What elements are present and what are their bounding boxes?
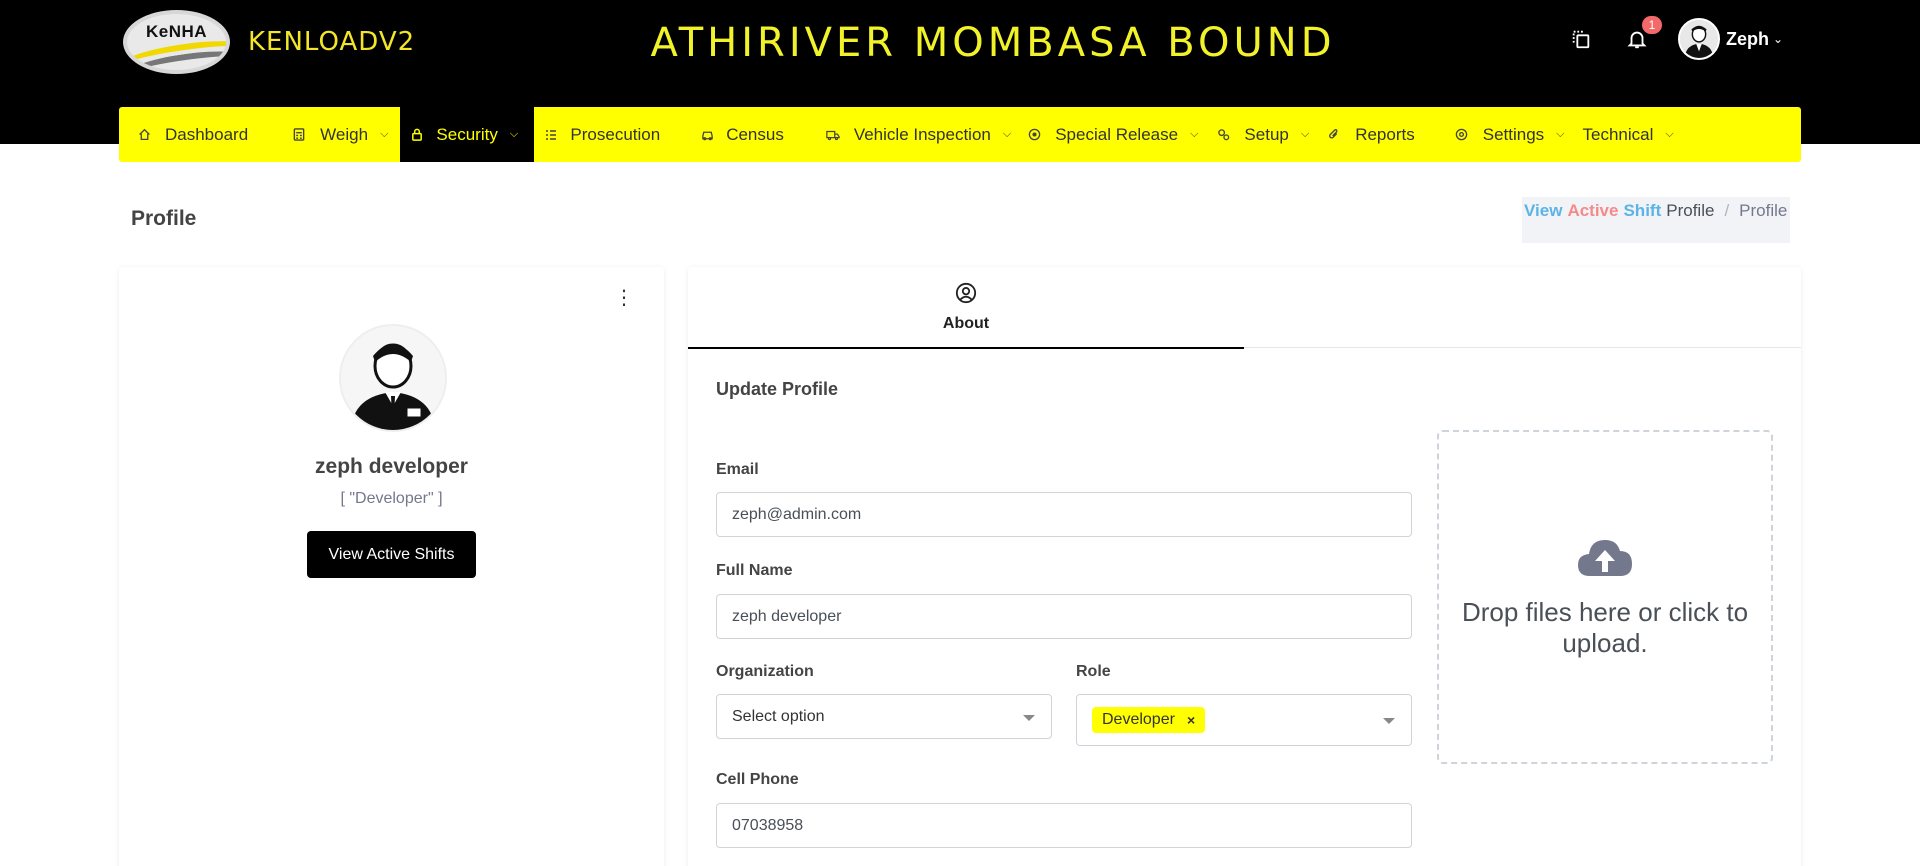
profile-card: ⋮ zeph developer [ "Developer" ] View Ac… xyxy=(119,267,664,866)
breadcrumb-separator: / xyxy=(1724,201,1730,220)
header-actions: 1 Zeph ⌄ xyxy=(1566,16,1783,60)
user-name: Zeph xyxy=(1726,28,1769,49)
dropdown-arrow-icon xyxy=(1383,718,1395,724)
nav-label: Security xyxy=(436,124,498,144)
notifications-bell-icon[interactable]: 1 xyxy=(1622,16,1662,54)
breadcrumb-view[interactable]: View xyxy=(1524,201,1562,221)
chevron-down-icon: ⌵ xyxy=(1300,128,1310,140)
dropzone-text: Drop files here or click to upload. xyxy=(1461,596,1749,658)
organization-select[interactable]: Select option xyxy=(716,694,1052,739)
chevron-down-icon: ⌵ xyxy=(1190,128,1199,140)
avatar xyxy=(1678,18,1720,60)
chevron-down-icon: ⌵ xyxy=(1002,128,1012,140)
nav-label: Special Release xyxy=(1055,124,1179,144)
lock-icon xyxy=(410,128,424,142)
nav-label: Reports xyxy=(1355,124,1415,144)
organization-label: Organization xyxy=(716,663,814,680)
nav-item-reports[interactable]: Reports xyxy=(1321,107,1455,162)
full-name-field[interactable] xyxy=(716,594,1412,639)
file-dropzone[interactable]: Drop files here or click to upload. xyxy=(1437,430,1773,764)
car-icon xyxy=(700,128,714,142)
nav-label: Census xyxy=(726,124,784,144)
profile-roles: [ "Developer" ] xyxy=(340,490,443,507)
nav-item-prosecution[interactable]: Prosecution xyxy=(534,107,688,162)
page-title: Profile xyxy=(131,207,197,230)
role-tag: Developer × xyxy=(1092,707,1206,733)
nav-label: Dashboard xyxy=(165,124,249,144)
nav-label: Setup xyxy=(1244,124,1289,144)
section-title: Update Profile xyxy=(716,379,839,399)
nav-item-special-release[interactable]: Special Release ⌵ xyxy=(1023,107,1210,162)
breadcrumb-current: Profile xyxy=(1739,201,1788,220)
cogs-icon xyxy=(1216,128,1230,142)
role-label: Role xyxy=(1076,663,1111,680)
copy-icon[interactable] xyxy=(1566,24,1596,54)
breadcrumb-active[interactable]: Active xyxy=(1567,201,1618,221)
target-icon xyxy=(1027,128,1041,142)
email-field[interactable] xyxy=(716,492,1412,537)
chevron-down-icon: ⌵ xyxy=(509,128,519,140)
tab-label: About xyxy=(942,314,990,332)
role-tag-label: Developer xyxy=(1102,711,1175,728)
nav-item-census[interactable]: Census xyxy=(688,107,814,162)
notification-badge: 1 xyxy=(1642,16,1662,34)
cell-phone-field[interactable] xyxy=(716,803,1412,848)
profile-name: zeph developer xyxy=(315,455,468,478)
nav-item-weigh[interactable]: Weigh ⌵ xyxy=(278,107,400,162)
logo[interactable]: KeNHA KENLOADV2 xyxy=(123,10,415,74)
dropdown-arrow-icon xyxy=(1023,715,1035,721)
nav-label: Vehicle Inspection xyxy=(853,124,991,144)
nav-label: Weigh xyxy=(320,124,369,144)
nav-label: Technical xyxy=(1582,124,1654,144)
role-select[interactable]: Developer × xyxy=(1076,694,1412,746)
email-label: Email xyxy=(716,461,759,478)
cloud-upload-icon xyxy=(1576,536,1634,583)
remove-tag-icon[interactable]: × xyxy=(1187,712,1195,728)
about-card: About Update Profile Email Full Name Org… xyxy=(688,267,1801,866)
nav-item-technical[interactable]: Technical ⌵ xyxy=(1577,107,1686,162)
chevron-down-icon: ⌄ xyxy=(1773,32,1784,46)
breadcrumb: View Active Shift Profile / Profile xyxy=(1522,197,1790,243)
truck-icon xyxy=(826,128,840,142)
breadcrumb-profile-link[interactable]: Profile xyxy=(1666,201,1714,221)
cell-phone-label: Cell Phone xyxy=(716,771,799,788)
profile-avatar xyxy=(339,324,447,432)
chevron-down-icon: ⌵ xyxy=(1556,128,1565,140)
tab-about[interactable]: About xyxy=(688,267,1244,349)
main-nav: Dashboard Weigh ⌵ Security ⌵ Prosecution… xyxy=(119,107,1801,162)
chevron-down-icon: ⌵ xyxy=(1665,128,1674,140)
nav-item-vehicle-inspection[interactable]: Vehicle Inspection ⌵ xyxy=(814,107,1023,162)
logo-text: KeNHA xyxy=(145,22,208,41)
user-menu[interactable]: Zeph ⌄ xyxy=(1678,18,1783,60)
kenha-logo: KeNHA xyxy=(123,10,230,74)
nav-item-dashboard[interactable]: Dashboard xyxy=(119,107,278,162)
full-name-label: Full Name xyxy=(716,562,793,579)
station-title: ATHIRIVER MOMBASA BOUND xyxy=(650,20,1336,66)
brand-name: KENLOADV2 xyxy=(248,27,416,57)
user-circle-icon xyxy=(955,282,977,309)
view-active-shifts-button[interactable]: View Active Shifts xyxy=(307,531,476,578)
gear-icon xyxy=(1455,128,1469,142)
nav-item-settings[interactable]: Settings ⌵ xyxy=(1455,107,1577,162)
more-options-icon[interactable]: ⋮ xyxy=(614,288,634,308)
breadcrumb-shift[interactable]: Shift xyxy=(1623,201,1661,221)
nav-label: Prosecution xyxy=(570,124,661,144)
nav-label: Settings xyxy=(1482,124,1545,144)
home-icon xyxy=(137,128,151,142)
nav-item-security[interactable]: Security ⌵ xyxy=(400,107,535,162)
chevron-down-icon: ⌵ xyxy=(380,128,389,140)
nav-item-setup[interactable]: Setup ⌵ xyxy=(1210,107,1321,162)
list-icon xyxy=(544,128,558,142)
calculator-icon xyxy=(292,128,306,142)
paperclip-icon xyxy=(1327,128,1341,142)
organization-selected: Select option xyxy=(732,707,825,725)
